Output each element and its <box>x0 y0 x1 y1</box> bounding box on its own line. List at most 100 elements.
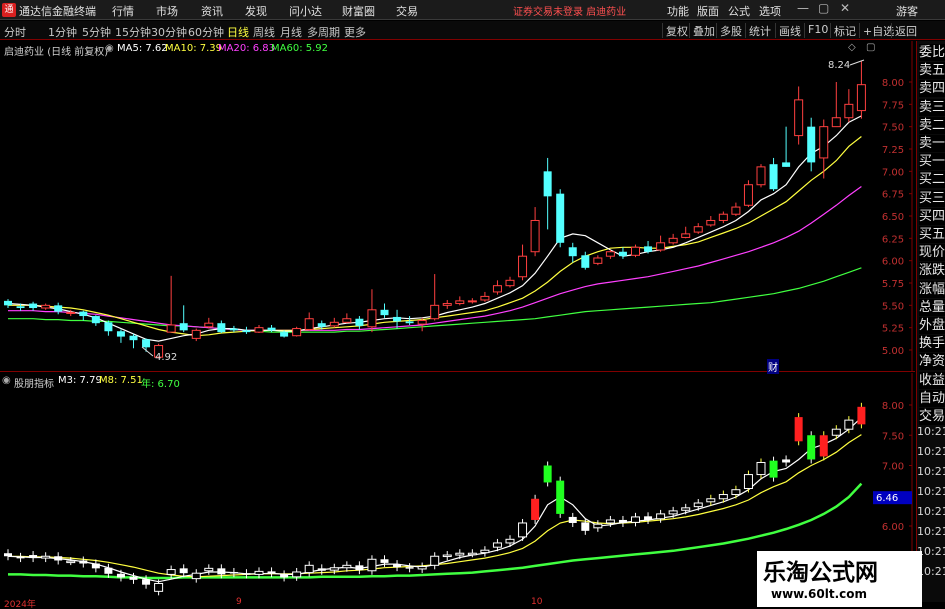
ind-candle-up <box>342 564 352 569</box>
price-tick-label: 7.50 <box>882 123 904 134</box>
period-monthly[interactable]: 月线 <box>280 24 302 40</box>
ind-candle-up <box>166 569 176 575</box>
quote-label[interactable]: 买三 <box>919 189 945 207</box>
ind-candle-down <box>380 559 389 563</box>
candle-body-up <box>492 285 502 293</box>
period-30min[interactable]: 30分钟 <box>151 24 187 40</box>
candle-body-up <box>442 303 452 306</box>
tool-function[interactable]: 功能 <box>667 3 689 19</box>
price-tick-label: 6.50 <box>882 212 904 223</box>
kline-chart: 8.00 7.75 7.50 7.25 7.00 6.75 6.50 6.25 6.00 5.75… <box>4 41 913 372</box>
ind-candle-down <box>142 579 151 585</box>
candle-body-down <box>4 300 12 306</box>
ind-candle-down <box>618 519 627 523</box>
ind-tick-label: 7.50 <box>882 431 904 442</box>
candle-body-down <box>91 316 100 324</box>
quote-label[interactable]: 外盘 <box>919 317 945 334</box>
price-tick-label: 5.75 <box>882 279 904 290</box>
ind-candle-up <box>191 572 201 580</box>
menu-wealth[interactable]: 财富圈 <box>342 3 375 19</box>
minimize-icon[interactable]: — <box>797 1 809 15</box>
quote-label[interactable]: 总量 <box>919 298 945 316</box>
quote-label[interactable]: 委比 <box>919 44 945 61</box>
quote-label[interactable]: 卖四 <box>919 80 945 98</box>
menu-trade[interactable]: 交易 <box>396 3 418 19</box>
candle-body-up <box>794 99 804 137</box>
menu-news[interactable]: 资讯 <box>201 3 223 19</box>
price-tick-label: 5.50 <box>882 301 904 312</box>
quote-label[interactable]: 买五 <box>919 226 945 243</box>
ind-candle-down <box>104 567 113 574</box>
ind-candle-down <box>217 568 226 575</box>
ind-candle-down <box>280 574 289 578</box>
quote-label[interactable]: 卖一 <box>919 135 945 152</box>
kline-pane[interactable]: 启迪药业 (日线 前复权) ◉ MA5: 7.62 MA10: 7.39 MA2… <box>0 41 915 374</box>
candle-body-down <box>405 321 414 324</box>
menu-market[interactable]: 行情 <box>112 3 134 19</box>
ind-candle-up <box>41 555 51 559</box>
tick-time: 10:21 <box>917 505 945 518</box>
tool-overlay[interactable]: 叠加 <box>689 23 718 38</box>
quote-label[interactable]: 买二 <box>919 171 945 189</box>
price-tick-label: 5.00 <box>882 346 904 357</box>
tool-adjust[interactable]: 复权 <box>662 23 691 38</box>
ind-candle-up <box>455 552 465 556</box>
tool-mark[interactable]: 标记 <box>830 23 859 38</box>
tool-formula[interactable]: 公式 <box>728 3 750 19</box>
candle-body-up <box>518 255 528 278</box>
tool-options[interactable]: 选项 <box>759 3 781 19</box>
quote-label[interactable]: 现价 <box>919 244 945 262</box>
tool-f10[interactable]: F10 <box>804 23 831 38</box>
quote-label[interactable]: 买四 <box>919 207 945 225</box>
tool-multistock[interactable]: 多股 <box>716 23 745 38</box>
tick-time: 10:21 <box>917 425 945 438</box>
candle-body-down <box>179 323 188 331</box>
quote-label[interactable]: 自动 <box>919 389 945 407</box>
candle-body-down <box>229 328 238 331</box>
ind-candle-up <box>492 542 502 548</box>
quote-label[interactable]: 换手 <box>919 335 945 353</box>
candle-body-up <box>430 304 440 320</box>
ind-candle-up <box>844 419 854 430</box>
period-5min[interactable]: 5分钟 <box>82 24 111 40</box>
candle-body-down <box>280 332 289 337</box>
period-more[interactable]: 更多 <box>344 24 366 40</box>
quote-panel: 委比 卖五 卖四 卖三 卖二 卖一 买一 买二 买三 买四 买五 现价 涨跌 涨幅 总量 外盘 换手 净资 收益 自动… <box>916 41 945 602</box>
quote-label[interactable]: 交易 <box>919 408 945 425</box>
period-daily[interactable]: 日线 <box>227 24 249 40</box>
period-timeshare[interactable]: 分时 <box>4 24 26 40</box>
menu-discover[interactable]: 发现 <box>245 3 267 19</box>
quote-label[interactable]: 涨幅 <box>919 280 945 298</box>
period-60min[interactable]: 60分钟 <box>188 24 224 40</box>
period-multi[interactable]: 多周期 <box>307 24 340 40</box>
maximize-icon[interactable]: ▢ <box>818 1 829 15</box>
tool-draw[interactable]: 画线 <box>775 23 804 38</box>
ind-candle-signal <box>556 480 565 514</box>
quote-label[interactable]: 卖五 <box>919 62 945 80</box>
ind-candle-down <box>317 568 326 571</box>
close-icon[interactable]: ✕ <box>840 1 850 15</box>
period-weekly[interactable]: 周线 <box>253 24 275 40</box>
quote-label[interactable]: 卖二 <box>919 116 945 134</box>
menu-ask[interactable]: 问小达 <box>289 3 322 19</box>
quote-label[interactable]: 收益 <box>919 371 945 389</box>
finance-mark[interactable]: 财 <box>767 359 779 374</box>
ind-candle-up <box>204 567 214 572</box>
tool-back[interactable]: 返回 <box>891 23 920 38</box>
tool-stats[interactable]: 统计 <box>745 23 774 38</box>
period-1min[interactable]: 1分钟 <box>48 24 77 40</box>
date-oct: 10 <box>531 597 543 607</box>
watermark: 乐淘公式网 www.60lt.com <box>757 551 922 607</box>
candle-body-up <box>455 300 465 305</box>
quote-label[interactable]: 涨跌 <box>919 262 945 280</box>
candle-body-up <box>743 184 753 206</box>
quote-label[interactable]: 净资 <box>919 353 945 371</box>
quote-label[interactable]: 买一 <box>919 153 945 171</box>
menu-markets[interactable]: 市场 <box>156 3 178 19</box>
period-15min[interactable]: 15分钟 <box>115 24 151 40</box>
user-label[interactable]: 游客 <box>896 3 918 19</box>
tool-layout[interactable]: 版面 <box>697 3 719 19</box>
quote-label[interactable]: 卖三 <box>919 98 945 116</box>
login-notice[interactable]: 证券交易未登录 启迪药业 <box>513 3 626 18</box>
price-tick-label: 6.25 <box>882 234 904 245</box>
